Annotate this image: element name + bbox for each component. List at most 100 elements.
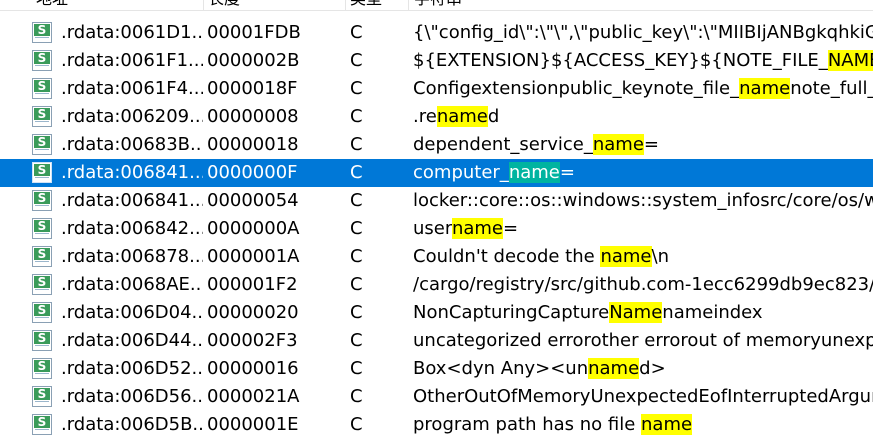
string-item-icon: S [32,106,52,127]
string-item-icon: S [32,302,52,323]
string-row[interactable]: S .rdata:006209... 00000008 C .renamed [0,103,873,131]
string-text: user [413,218,452,239]
type-cell: C [350,78,363,99]
search-match-highlight: name [436,106,488,127]
string-item-icon: S [32,162,52,183]
string-row[interactable]: S .rdata:0061F4... 0000018F C Configextensio… [0,75,873,103]
address-cell: .rdata:006D56... [61,386,203,407]
string-item-icon: S [32,358,52,379]
string-cell: uncategorized errorother errorout of mem… [413,327,873,355]
string-text: dependent_service_ [413,134,593,155]
string-text: \n [651,246,669,267]
type-cell: C [350,414,363,435]
string-text: = [643,134,659,155]
string-text: note_full_te [790,78,873,99]
string-cell: username= [413,215,873,243]
column-header: 地址 长度 类型 字符串 [0,0,873,11]
address-cell: .rdata:0061F4... [61,78,203,99]
string-row[interactable]: S .rdata:0061D1... 00001FDB C {\"config_id\"… [0,19,873,47]
string-cell: Box<dyn Any><unnamed> [413,355,873,383]
string-text: Configextensionpublic_keynote_file_ [413,78,740,99]
length-cell: 00000020 [207,302,299,323]
search-match-highlight: name [739,78,791,99]
string-item-icon: S [32,386,52,407]
type-cell: C [350,22,363,43]
string-text: program path has no file [413,414,642,435]
string-item-icon: S [32,78,52,99]
string-cell: computer_name= [413,159,873,187]
length-cell: 00000054 [207,190,299,211]
string-item-icon: S [32,414,52,435]
string-row[interactable]: S .rdata:006D56... 0000021A C OtherOutOfMemo… [0,383,873,411]
length-cell: 00001FDB [207,22,301,43]
address-cell: .rdata:006878... [61,246,203,267]
length-cell: 000002F3 [207,330,298,351]
search-match-highlight: Name [609,302,663,323]
search-match-highlight: name [508,162,560,183]
string-cell: {\"config_id\":\"\",\"public_key\":\"MII… [413,19,873,47]
string-text: = [559,162,575,183]
string-row[interactable]: S .rdata:006D5B... 0000001E Cprogram path h… [0,411,873,439]
string-text: d> [639,358,666,379]
column-divider[interactable] [408,0,409,10]
string-item-icon: S [32,218,52,239]
column-divider[interactable] [345,0,346,10]
address-cell: .rdata:0061F1... [61,50,203,71]
search-match-highlight: name [588,358,640,379]
type-cell: C [350,190,363,211]
type-cell: C [350,162,363,183]
length-cell: 0000000F [207,162,298,183]
string-cell: .renamed [413,103,873,131]
address-cell: .rdata:006841... [61,162,203,183]
column-address-header[interactable]: 地址 [36,0,196,10]
length-cell: 00000016 [207,358,299,379]
string-row[interactable]: S .rdata:006878... 0000001A C Couldn't decod… [0,243,873,271]
string-text: d [487,106,500,127]
string-cell: locker::core::os::windows::system_infosr… [413,187,873,215]
column-string-header[interactable]: 字符串 [414,0,614,10]
search-match-highlight: name [592,134,644,155]
address-cell: .rdata:006209... [61,106,203,127]
string-cell: OtherOutOfMemoryUnexpectedEofInterrupted… [413,383,873,411]
strings-list: S .rdata:0061D1... 00001FDB C {\"config_id\"… [0,19,873,439]
string-item-icon: S [32,134,52,155]
length-cell: 0000018F [207,78,298,99]
type-cell: C [350,106,363,127]
string-row[interactable]: S .rdata:006841... 0000000F Ccomputer_name= [0,159,873,187]
string-row[interactable]: S .rdata:006D44... 000002F3 Cuncategorized … [0,327,873,355]
address-cell: .rdata:006D04... [61,302,203,323]
length-cell: 0000021A [207,386,300,407]
string-row[interactable]: S .rdata:00683B... 00000018 Cdependent_serv… [0,131,873,159]
address-cell: .rdata:006D52... [61,358,203,379]
string-row[interactable]: S .rdata:006D52... 00000016 C Box<dyn Any><u… [0,355,873,383]
string-row[interactable]: S .rdata:006842... 0000000A Cusername= [0,215,873,243]
string-text: NonCapturingCapture [413,302,610,323]
length-cell: 000001F2 [207,274,298,295]
column-divider[interactable] [203,0,204,10]
string-row[interactable]: S .rdata:0061F1... 0000002B C ${EXTENSION}${… [0,47,873,75]
address-cell: .rdata:006841... [61,190,203,211]
string-row[interactable]: S .rdata:006D04... 00000020 C NonCapturingCa… [0,299,873,327]
length-cell: 0000002B [207,50,300,71]
string-row[interactable]: S .rdata:0068AE... 000001F2 C/cargo/registr… [0,271,873,299]
address-cell: .rdata:006842... [61,218,203,239]
address-cell: .rdata:006D5B... [61,414,203,435]
string-text: uncategorized errorother errorout of mem… [413,330,873,351]
string-text: = [503,218,519,239]
string-text: OtherOutOfMemoryUnexpectedEofInterrupted… [413,386,873,407]
length-cell: 00000008 [207,106,299,127]
string-row[interactable]: S .rdata:006841... 00000054 Clocker::core::… [0,187,873,215]
search-match-highlight: name [600,246,652,267]
string-item-icon: S [32,50,52,71]
string-text: Couldn't decode the [413,246,601,267]
string-item-icon: S [32,330,52,351]
string-text: .re [413,106,437,127]
string-text: Box<dyn Any><un [413,358,589,379]
address-cell: .rdata:0061D1... [61,22,203,43]
column-length-header[interactable]: 长度 [208,0,338,10]
length-cell: 0000001A [207,246,300,267]
column-type-header[interactable]: 类型 [350,0,400,10]
string-item-icon: S [32,22,52,43]
type-cell: C [350,218,363,239]
search-match-highlight: name [451,218,503,239]
